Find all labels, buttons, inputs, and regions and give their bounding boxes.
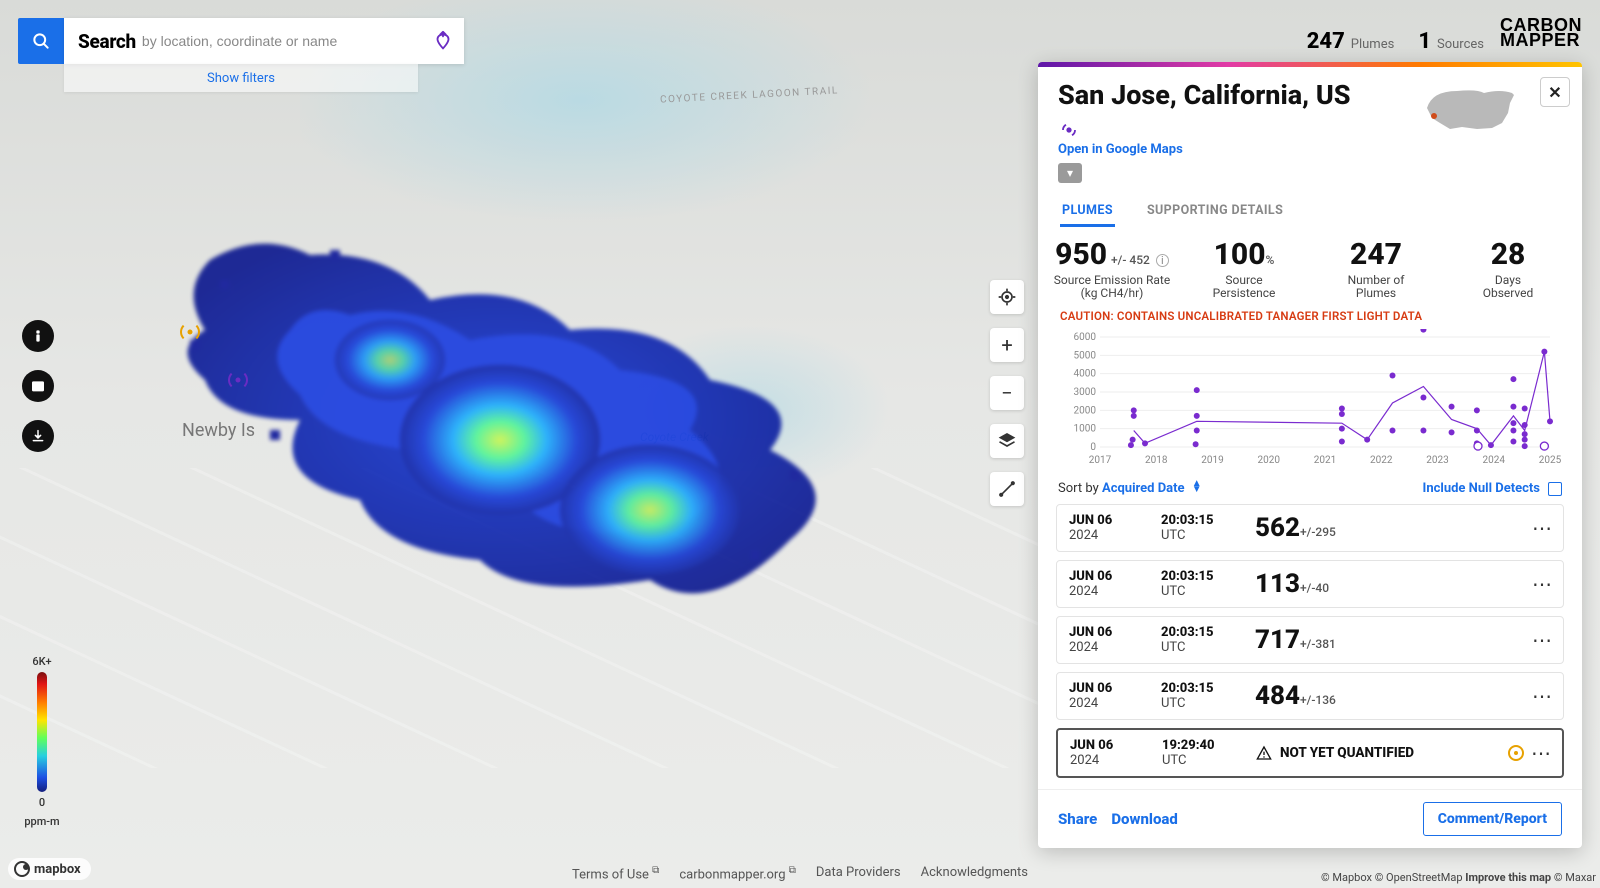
plume-overlay: [150, 220, 850, 620]
add-pin-icon[interactable]: [432, 30, 454, 52]
row-more-icon[interactable]: ⋯: [1532, 572, 1553, 596]
info-icon[interactable]: [22, 320, 54, 352]
row-more-icon[interactable]: ⋯: [1532, 516, 1553, 540]
plume-row[interactable]: JUN 062024 20:03:15UTC 484+/-136 ⋯: [1056, 672, 1564, 720]
svg-text:2000: 2000: [1074, 406, 1097, 417]
zoom-in[interactable]: +: [990, 328, 1024, 362]
search-button[interactable]: [18, 18, 64, 64]
info-icon[interactable]: i: [1156, 254, 1169, 267]
org-link[interactable]: carbonmapper.org ⧉: [679, 865, 796, 882]
svg-text:2017: 2017: [1089, 455, 1112, 466]
share-link[interactable]: Share: [1058, 810, 1097, 828]
detail-panel: San Jose, California, US Open in Google …: [1038, 62, 1582, 848]
collapse-icon[interactable]: ▾: [1058, 163, 1082, 183]
map-attribution: © Mapbox © OpenStreetMap Improve this ma…: [1321, 871, 1596, 884]
mini-map-icon: [1422, 83, 1522, 138]
comment-button[interactable]: Comment/Report: [1423, 802, 1562, 836]
summary-stats: 950 +/- 452 i Source Emission Rate(kg CH…: [1038, 227, 1582, 302]
svg-text:1000: 1000: [1074, 424, 1097, 435]
caution-text: CAUTION: CONTAINS UNCALIBRATED TANAGER F…: [1038, 301, 1582, 323]
svg-text:2019: 2019: [1201, 455, 1223, 466]
layers-icon[interactable]: [990, 424, 1024, 458]
tab-details[interactable]: SUPPORTING DETAILS: [1145, 197, 1285, 227]
terms-link[interactable]: Terms of Use ⧉: [572, 865, 659, 882]
svg-text:0: 0: [1090, 442, 1096, 453]
plume-row[interactable]: JUN 062024 20:03:15UTC 717+/-381 ⋯: [1056, 616, 1564, 664]
close-button[interactable]: ✕: [1540, 77, 1570, 107]
download-link[interactable]: Download: [1111, 810, 1178, 828]
plume-row[interactable]: JUN 062024 20:03:15UTC 562+/-295 ⋯: [1056, 504, 1564, 552]
source-type-icon: [1060, 116, 1078, 134]
svg-text:5000: 5000: [1074, 351, 1097, 362]
svg-text:2023: 2023: [1426, 455, 1448, 466]
svg-text:2025: 2025: [1539, 455, 1562, 466]
row-more-icon[interactable]: ⋯: [1532, 684, 1553, 708]
panel-title: San Jose, California, US: [1058, 81, 1358, 138]
open-in-maps-link[interactable]: Open in Google Maps: [1058, 142, 1183, 157]
source-marker-selected[interactable]: [228, 370, 248, 390]
timeseries-chart[interactable]: 0 1000 2000 3000 4000 5000 6000 2017 2018 2019 202…: [1038, 323, 1582, 473]
plume-row[interactable]: JUN 062024 20:03:15UTC 113+/-40 ⋯: [1056, 560, 1564, 608]
providers-link[interactable]: Data Providers: [816, 865, 901, 882]
row-more-icon[interactable]: ⋯: [1531, 741, 1552, 765]
search-label: Search: [78, 30, 136, 53]
brand-logo[interactable]: CARBONMAPPER: [1500, 18, 1582, 64]
svg-text:2018: 2018: [1145, 455, 1168, 466]
target-icon: [1508, 745, 1524, 761]
sort-control[interactable]: Sort by Acquired Date ▲▼: [1058, 481, 1202, 496]
tab-plumes[interactable]: PLUMES: [1060, 197, 1115, 227]
show-filters[interactable]: Show filters: [64, 64, 418, 92]
svg-text:2020: 2020: [1258, 455, 1281, 466]
svg-text:3000: 3000: [1074, 387, 1097, 398]
top-stats: 247Plumes 1Sources: [1307, 18, 1484, 64]
source-marker[interactable]: [180, 322, 200, 342]
sort-icon: ▲▼: [1192, 481, 1202, 493]
include-null-toggle[interactable]: Include Null Detects: [1423, 481, 1562, 496]
svg-text:2021: 2021: [1314, 455, 1336, 466]
svg-text:2022: 2022: [1370, 455, 1393, 466]
ack-link[interactable]: Acknowledgments: [921, 865, 1028, 882]
measure-icon[interactable]: [990, 472, 1024, 506]
svg-text:6000: 6000: [1074, 332, 1097, 343]
svg-text:2024: 2024: [1483, 455, 1506, 466]
svg-text:4000: 4000: [1074, 369, 1097, 380]
search-input[interactable]: [142, 33, 450, 49]
download-icon[interactable]: [22, 420, 54, 452]
color-legend: 6K+ 0 ppm-m: [22, 655, 62, 828]
locate-icon[interactable]: [990, 280, 1024, 314]
search-box[interactable]: Search: [64, 18, 464, 64]
row-more-icon[interactable]: ⋯: [1532, 628, 1553, 652]
plume-row[interactable]: JUN 062024 19:29:40UTC NOT YET QUANTIFIE…: [1056, 728, 1564, 778]
browse-icon[interactable]: [22, 370, 54, 402]
zoom-out[interactable]: −: [990, 376, 1024, 410]
mapbox-logo[interactable]: mapbox: [8, 858, 91, 880]
footer-links: Terms of Use ⧉ carbonmapper.org ⧉ Data P…: [572, 865, 1028, 882]
